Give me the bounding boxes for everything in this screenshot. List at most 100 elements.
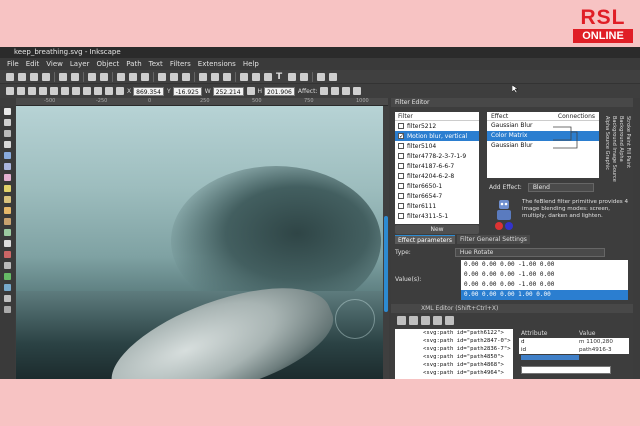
filter-checkbox[interactable] xyxy=(398,183,404,189)
fill-stroke-icon[interactable] xyxy=(264,72,272,81)
paint-bucket-tool-icon[interactable] xyxy=(4,273,11,280)
flip-vertical-icon[interactable] xyxy=(72,87,80,95)
menu-text[interactable]: Text xyxy=(149,58,163,70)
calligraphy-tool-icon[interactable] xyxy=(4,229,11,236)
ellipse-tool-icon[interactable] xyxy=(4,174,11,181)
unindent-node-icon[interactable] xyxy=(445,316,454,325)
filter-row[interactable]: filter4187-6-6-7 xyxy=(395,161,479,171)
select-all-layers-icon[interactable] xyxy=(17,87,25,95)
menu-layer[interactable]: Layer xyxy=(70,58,90,70)
3d-box-tool-icon[interactable] xyxy=(4,163,11,170)
filter-checkbox[interactable] xyxy=(398,193,404,199)
group-icon[interactable] xyxy=(240,72,248,81)
filter-checkbox[interactable] xyxy=(398,203,404,209)
open-icon[interactable] xyxy=(18,72,26,81)
undo-icon[interactable] xyxy=(88,72,96,81)
y-input[interactable]: -16.925 xyxy=(172,86,202,96)
unlink-clone-icon[interactable] xyxy=(223,72,231,81)
filter-checkbox[interactable] xyxy=(398,163,404,169)
drawing-canvas[interactable] xyxy=(16,106,383,379)
selector-tool-icon[interactable] xyxy=(4,108,11,115)
xml-node[interactable]: <svg:path id="path6122"> xyxy=(395,329,513,337)
lower-to-bottom-icon[interactable] xyxy=(116,87,124,95)
add-effect-dropdown[interactable]: Blend xyxy=(527,183,594,192)
raise-to-top-icon[interactable] xyxy=(83,87,91,95)
spiral-tool-icon[interactable] xyxy=(4,196,11,203)
ungroup-icon[interactable] xyxy=(252,72,260,81)
xml-node[interactable]: <svg:path id="path4964"> xyxy=(395,369,513,377)
zoom-tool-icon[interactable] xyxy=(4,141,11,148)
attribute-value-input[interactable] xyxy=(521,366,611,374)
matrix-row[interactable]: 0.00 0.00 0.00 -1.00 0.00 xyxy=(461,270,628,280)
new-filter-button[interactable]: New xyxy=(395,225,479,234)
menu-help[interactable]: Help xyxy=(243,58,259,70)
eraser-tool-icon[interactable] xyxy=(4,262,11,269)
filter-checkbox[interactable] xyxy=(398,143,404,149)
menu-extensions[interactable]: Extensions xyxy=(198,58,236,70)
duplicate-icon[interactable] xyxy=(199,72,207,81)
save-icon[interactable] xyxy=(30,72,38,81)
paste-icon[interactable] xyxy=(141,72,149,81)
redo-icon[interactable] xyxy=(100,72,108,81)
align-icon[interactable] xyxy=(300,72,308,81)
text-font-icon[interactable]: T xyxy=(276,72,284,81)
lock-icon[interactable] xyxy=(246,87,255,95)
tweak-tool-icon[interactable] xyxy=(4,130,11,137)
menu-view[interactable]: View xyxy=(46,58,63,70)
type-dropdown[interactable]: Hue Rotate xyxy=(454,248,605,257)
lower-icon[interactable] xyxy=(105,87,113,95)
select-all-icon[interactable] xyxy=(6,87,14,95)
dropper-tool-icon[interactable] xyxy=(4,295,11,302)
node-tool-icon[interactable] xyxy=(4,119,11,126)
color-matrix-grid[interactable]: 0.00 0.00 0.00 -1.00 0.00 0.00 0.00 0.00… xyxy=(461,260,628,300)
move-gradients-icon[interactable] xyxy=(342,87,351,95)
xml-editor-icon[interactable] xyxy=(288,72,296,81)
xml-node[interactable]: <svg:path id="path2836-7"> xyxy=(395,345,513,353)
text-tool-icon[interactable] xyxy=(4,240,11,247)
filter-checkbox[interactable] xyxy=(398,213,404,219)
print-icon[interactable] xyxy=(42,72,50,81)
scale-corners-icon[interactable] xyxy=(331,87,340,95)
x-input[interactable]: 869.354 xyxy=(133,86,164,96)
deselect-icon[interactable] xyxy=(28,87,36,95)
zoom-selection-icon[interactable] xyxy=(158,72,166,81)
rotate-cw-icon[interactable] xyxy=(50,87,58,95)
filter-row[interactable]: filter5104 xyxy=(395,141,479,151)
new-text-node-icon[interactable] xyxy=(409,316,418,325)
star-tool-icon[interactable] xyxy=(4,185,11,192)
filter-row[interactable]: filter4778-2-3-7-1-9 xyxy=(395,151,479,161)
effect-row[interactable]: Color Matrix xyxy=(487,131,599,141)
attribute-row[interactable]: id path4916-3 xyxy=(519,346,629,354)
import-icon[interactable] xyxy=(59,72,67,81)
filter-row[interactable]: filter4311-5-1 xyxy=(395,211,479,221)
document-properties-icon[interactable] xyxy=(329,72,337,81)
gradient-tool-icon[interactable] xyxy=(4,284,11,291)
menu-file[interactable]: File xyxy=(7,58,19,70)
filter-checkbox[interactable] xyxy=(398,123,404,129)
matrix-row[interactable]: 0.00 0.00 0.00 -1.00 0.00 xyxy=(461,280,628,290)
rotate-ccw-icon[interactable] xyxy=(39,87,47,95)
menu-filters[interactable]: Filters xyxy=(170,58,191,70)
spray-tool-icon[interactable] xyxy=(4,251,11,258)
attribute-row[interactable]: d m 1100,280 xyxy=(519,338,629,346)
export-icon[interactable] xyxy=(71,72,79,81)
menu-object[interactable]: Object xyxy=(96,58,119,70)
filter-checkbox[interactable]: ✓ xyxy=(398,133,404,140)
filter-row[interactable]: ✓ Motion blur, vertical xyxy=(395,131,479,141)
canvas-vertical-scrollbar[interactable] xyxy=(383,106,389,379)
zoom-drawing-icon[interactable] xyxy=(170,72,178,81)
xml-node[interactable]: <svg:path id="path2847-0"> xyxy=(395,337,513,345)
filter-checkbox[interactable] xyxy=(398,173,404,179)
delete-node-icon[interactable] xyxy=(433,316,442,325)
matrix-row[interactable]: 0.00 0.00 0.00 1.00 0.00 xyxy=(461,290,628,300)
effect-row[interactable]: Gaussian Blur xyxy=(487,141,599,151)
new-element-node-icon[interactable] xyxy=(397,316,406,325)
xml-node[interactable]: <svg:path id="path4850"> xyxy=(395,353,513,361)
menu-path[interactable]: Path xyxy=(126,58,141,70)
filter-checkbox[interactable] xyxy=(398,153,404,159)
effect-row[interactable]: Gaussian Blur xyxy=(487,121,599,131)
copy-icon[interactable] xyxy=(117,72,125,81)
tab-effect-parameters[interactable]: Effect parameters xyxy=(395,235,455,244)
filter-row[interactable]: filter6654-7 xyxy=(395,191,479,201)
pencil-tool-icon[interactable] xyxy=(4,207,11,214)
